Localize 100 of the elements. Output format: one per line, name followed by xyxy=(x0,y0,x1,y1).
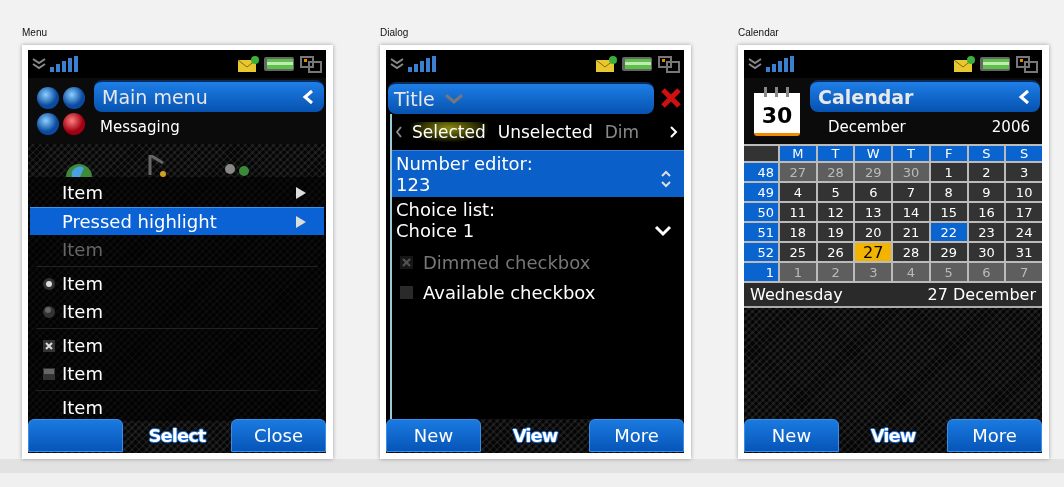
close-icon[interactable] xyxy=(660,87,682,109)
radio-button[interactable] xyxy=(42,276,56,291)
day-cell[interactable]: 30 xyxy=(968,243,1005,261)
checkbox-label: Dimmed checkbox xyxy=(423,251,591,273)
screen-title: Calendar xyxy=(818,86,914,108)
panel-caption: Dialog xyxy=(380,27,410,40)
network-icon xyxy=(1016,54,1038,74)
apps-icon xyxy=(35,85,87,137)
day-cell[interactable]: 2 xyxy=(968,163,1005,181)
weekday-header: F xyxy=(930,146,967,161)
menu-item[interactable]: Item xyxy=(30,270,324,297)
battery-icon xyxy=(264,56,296,72)
envelope-icon xyxy=(596,55,618,73)
tab[interactable]: Selected xyxy=(410,122,488,142)
menu-item[interactable]: Item xyxy=(30,394,324,421)
week-number: 1 xyxy=(744,263,778,281)
day-cell[interactable]: 20 xyxy=(855,223,892,241)
day-cell[interactable]: 31 xyxy=(1006,243,1042,261)
battery-icon xyxy=(622,56,654,72)
weekday-header: S xyxy=(1006,146,1042,161)
softkey-label[interactable]: Select xyxy=(148,425,206,446)
menu-item[interactable]: Item xyxy=(30,332,324,359)
day-cell[interactable]: 15 xyxy=(930,203,967,221)
menu-item[interactable]: Pressed highlight xyxy=(30,207,324,235)
day-cell[interactable]: 22 xyxy=(930,223,967,241)
radio-button[interactable] xyxy=(42,304,56,319)
chevron-right-icon[interactable] xyxy=(670,126,678,138)
softkey-button[interactable]: New xyxy=(744,419,839,452)
checkbox[interactable] xyxy=(42,366,56,381)
menu-item[interactable]: Item xyxy=(30,236,324,263)
day-cell[interactable]: 19 xyxy=(817,223,854,241)
spinner-icon[interactable] xyxy=(660,169,672,189)
menu-item[interactable]: Item xyxy=(30,179,324,206)
arrow-right-icon xyxy=(296,215,306,228)
day-cell[interactable]: 4 xyxy=(780,183,816,201)
field-label: Number editor: xyxy=(396,153,533,174)
weekday-header: T xyxy=(817,146,854,161)
envelope-icon xyxy=(954,55,976,73)
day-cell[interactable]: 16 xyxy=(968,203,1005,221)
day-cell[interactable]: 13 xyxy=(855,203,892,221)
softkey-label[interactable]: View xyxy=(870,425,916,446)
year-label: 2006 xyxy=(991,118,1030,136)
menu-item[interactable]: Item xyxy=(30,298,324,325)
day-cell[interactable]: 3 xyxy=(1006,163,1042,181)
selected-weekday: Wednesday xyxy=(750,285,843,304)
menu-item[interactable]: Item xyxy=(30,360,324,387)
softkey-button[interactable]: Close xyxy=(231,419,326,452)
day-cell[interactable]: 14 xyxy=(893,203,929,221)
day-cell[interactable]: 7 xyxy=(893,183,929,201)
day-cell[interactable]: 29 xyxy=(930,243,967,261)
day-cell[interactable]: 11 xyxy=(780,203,816,221)
softkey-label[interactable]: View xyxy=(512,425,558,446)
day-cell[interactable]: 12 xyxy=(817,203,854,221)
envelope-icon xyxy=(238,55,260,73)
screen-title: Main menu xyxy=(102,86,208,108)
day-cell[interactable]: 6 xyxy=(855,183,892,201)
day-cell[interactable]: 8 xyxy=(930,183,967,201)
checkbox[interactable] xyxy=(400,285,413,299)
day-cell[interactable]: 28 xyxy=(893,243,929,261)
softkey-button[interactable]: More xyxy=(947,419,1042,452)
dropdown-icon[interactable] xyxy=(654,225,672,237)
back-icon[interactable] xyxy=(1018,89,1030,105)
globe-icon xyxy=(66,163,92,177)
day-cell[interactable]: 5 xyxy=(817,183,854,201)
network-icon xyxy=(300,54,322,74)
signal-icon xyxy=(50,56,80,72)
tab[interactable]: Unselected xyxy=(495,122,595,142)
back-icon[interactable] xyxy=(302,89,314,105)
network-icon xyxy=(658,54,680,74)
signal-icon xyxy=(766,56,796,72)
day-cell[interactable]: 24 xyxy=(1006,223,1042,241)
panel-caption: Calendar xyxy=(738,27,780,40)
day-cell[interactable]: 10 xyxy=(1006,183,1042,201)
day-cell[interactable]: 26 xyxy=(817,243,854,261)
day-cell[interactable]: 25 xyxy=(780,243,816,261)
field-value: 123 xyxy=(396,174,432,195)
week-number: 50 xyxy=(744,203,778,221)
day-cell[interactable]: 1 xyxy=(930,163,967,181)
field-label: Choice list: xyxy=(396,199,496,220)
day-cell[interactable]: 21 xyxy=(893,223,929,241)
day-cell[interactable]: 18 xyxy=(780,223,816,241)
chevron-left-icon[interactable] xyxy=(396,126,402,138)
arrow-right-icon xyxy=(296,186,306,199)
checkbox[interactable] xyxy=(42,338,56,353)
screen-subtitle: Messaging xyxy=(100,118,180,136)
day-cell[interactable]: 9 xyxy=(968,183,1005,201)
day-cell[interactable]: 17 xyxy=(1006,203,1042,221)
corner-cell xyxy=(744,146,778,161)
softkey-button[interactable]: More xyxy=(589,419,684,452)
week-number: 49 xyxy=(744,183,778,201)
form-field[interactable]: Number editor: 123 xyxy=(392,150,684,197)
day-cell[interactable]: 27 xyxy=(855,243,892,261)
weekday-header: M xyxy=(780,146,816,161)
expand-icon xyxy=(748,58,762,70)
dialog-title: Title xyxy=(394,88,435,110)
form-field[interactable]: Choice list: Choice 1 xyxy=(392,197,684,243)
day-cell[interactable]: 23 xyxy=(968,223,1005,241)
softkey-button[interactable]: New xyxy=(386,419,481,452)
panel-caption: Menu xyxy=(22,27,48,40)
week-number: 51 xyxy=(744,223,778,241)
